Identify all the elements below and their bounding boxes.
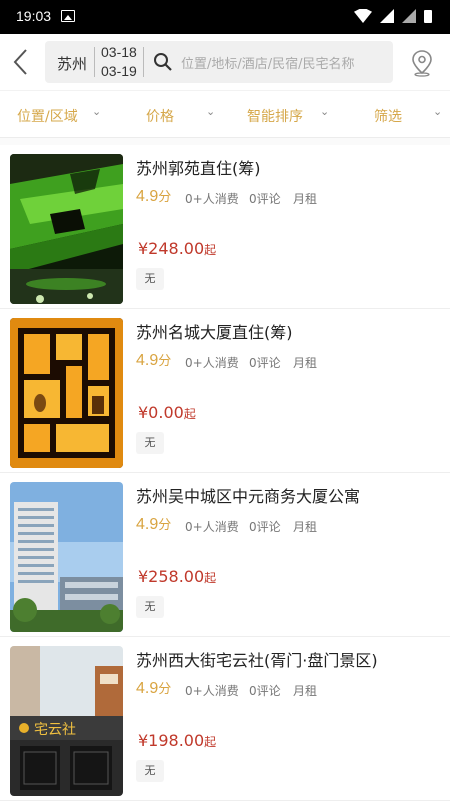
listing-consumers: 0+人消费 bbox=[185, 356, 239, 370]
listing-price: ¥258.00起 bbox=[138, 567, 217, 586]
listing-tag: 无 bbox=[136, 268, 164, 290]
location-pin-icon[interactable] bbox=[410, 49, 434, 77]
listing-price: ¥0.00起 bbox=[138, 403, 196, 422]
listing-title: 苏州郭苑直住(筹) bbox=[136, 159, 261, 178]
chevron-down-icon: ⌄ bbox=[206, 105, 216, 118]
listing-photo bbox=[10, 154, 123, 304]
filter-sort[interactable]: 智能排序 bbox=[247, 106, 303, 126]
filter-location[interactable]: 位置/区域 bbox=[17, 106, 78, 126]
listing-title: 苏州西大街宅云社(胥门·盘门景区) bbox=[136, 651, 378, 670]
search-icon bbox=[154, 53, 172, 71]
chevron-down-icon: ⌄ bbox=[433, 105, 443, 118]
listing-card[interactable]: 苏州郭苑直住(筹) 4.9分 0+人消费 0评论 月租 ¥248.00起 无 bbox=[0, 145, 450, 309]
listing-score: 4.9分 bbox=[136, 188, 172, 205]
listing-photo bbox=[10, 318, 123, 468]
search-box[interactable]: 苏州 03-18 03-19 位置/地标/酒店/民宿/民宅名称 bbox=[45, 41, 393, 83]
listing-consumers: 0+人消费 bbox=[185, 684, 239, 698]
listing-title: 苏州名城大厦直住(筹) bbox=[136, 323, 293, 342]
status-icons bbox=[354, 9, 432, 23]
listing-reviews: 0评论 bbox=[249, 356, 281, 370]
listing-score: 4.9分 bbox=[136, 680, 172, 697]
listing-price: ¥248.00起 bbox=[138, 239, 217, 258]
status-time: 19:03 bbox=[16, 8, 52, 24]
city-selector[interactable]: 苏州 bbox=[57, 53, 87, 74]
checkin-date[interactable]: 03-18 bbox=[101, 44, 137, 60]
listing-consumers: 0+人消费 bbox=[185, 192, 239, 206]
listing-rent-type: 月租 bbox=[293, 356, 318, 370]
listing-card[interactable]: 苏州吴中城区中元商务大厦公寓 4.9分 0+人消费 0评论 月租 ¥258.00… bbox=[0, 473, 450, 637]
listing-tag: 无 bbox=[136, 760, 164, 782]
filter-bar: 位置/区域 ⌄ 价格 ⌄ 智能排序 ⌄ 筛选 ⌄ bbox=[0, 90, 450, 138]
search-input[interactable]: 位置/地标/酒店/民宿/民宅名称 bbox=[181, 53, 355, 72]
listing-card[interactable]: 宅云社 苏州西大街宅云社(胥门·盘门景区) 4.9分 0+人消费 0评论 月租 … bbox=[0, 637, 450, 801]
sign-text: 宅云社 bbox=[34, 722, 76, 738]
listing-title: 苏州吴中城区中元商务大厦公寓 bbox=[136, 487, 361, 506]
signal-secondary-icon bbox=[402, 9, 416, 23]
listing-consumers: 0+人消费 bbox=[185, 520, 239, 534]
listing-price: ¥198.00起 bbox=[138, 731, 217, 750]
listing-reviews: 0评论 bbox=[249, 684, 281, 698]
listing-score: 4.9分 bbox=[136, 516, 172, 533]
signal-icon bbox=[380, 9, 394, 23]
checkout-date[interactable]: 03-19 bbox=[101, 63, 137, 79]
divider bbox=[143, 47, 144, 77]
filter-more[interactable]: 筛选 bbox=[374, 106, 402, 126]
filter-price[interactable]: 价格 bbox=[146, 106, 174, 126]
chevron-down-icon: ⌄ bbox=[92, 105, 102, 118]
wifi-icon bbox=[354, 9, 372, 23]
listing-score: 4.9分 bbox=[136, 352, 172, 369]
listing-card[interactable]: 苏州名城大厦直住(筹) 4.9分 0+人消费 0评论 月租 ¥0.00起 无 bbox=[0, 309, 450, 473]
listing-rent-type: 月租 bbox=[293, 192, 318, 206]
back-button[interactable] bbox=[10, 48, 32, 76]
listing-tag: 无 bbox=[136, 596, 164, 618]
image-notification-icon bbox=[61, 10, 75, 22]
chevron-left-icon bbox=[13, 49, 27, 75]
listing-rent-type: 月租 bbox=[293, 520, 318, 534]
listing-rent-type: 月租 bbox=[293, 684, 318, 698]
chevron-down-icon: ⌄ bbox=[320, 105, 330, 118]
listing-reviews: 0评论 bbox=[249, 520, 281, 534]
status-bar: 19:03 bbox=[0, 0, 450, 34]
header: 苏州 03-18 03-19 位置/地标/酒店/民宿/民宅名称 bbox=[0, 34, 450, 90]
listing-photo bbox=[10, 482, 123, 632]
divider bbox=[94, 47, 95, 77]
listing-reviews: 0评论 bbox=[249, 192, 281, 206]
listing-tag: 无 bbox=[136, 432, 164, 454]
listing-photo: 宅云社 bbox=[10, 646, 123, 796]
battery-icon bbox=[424, 9, 432, 23]
